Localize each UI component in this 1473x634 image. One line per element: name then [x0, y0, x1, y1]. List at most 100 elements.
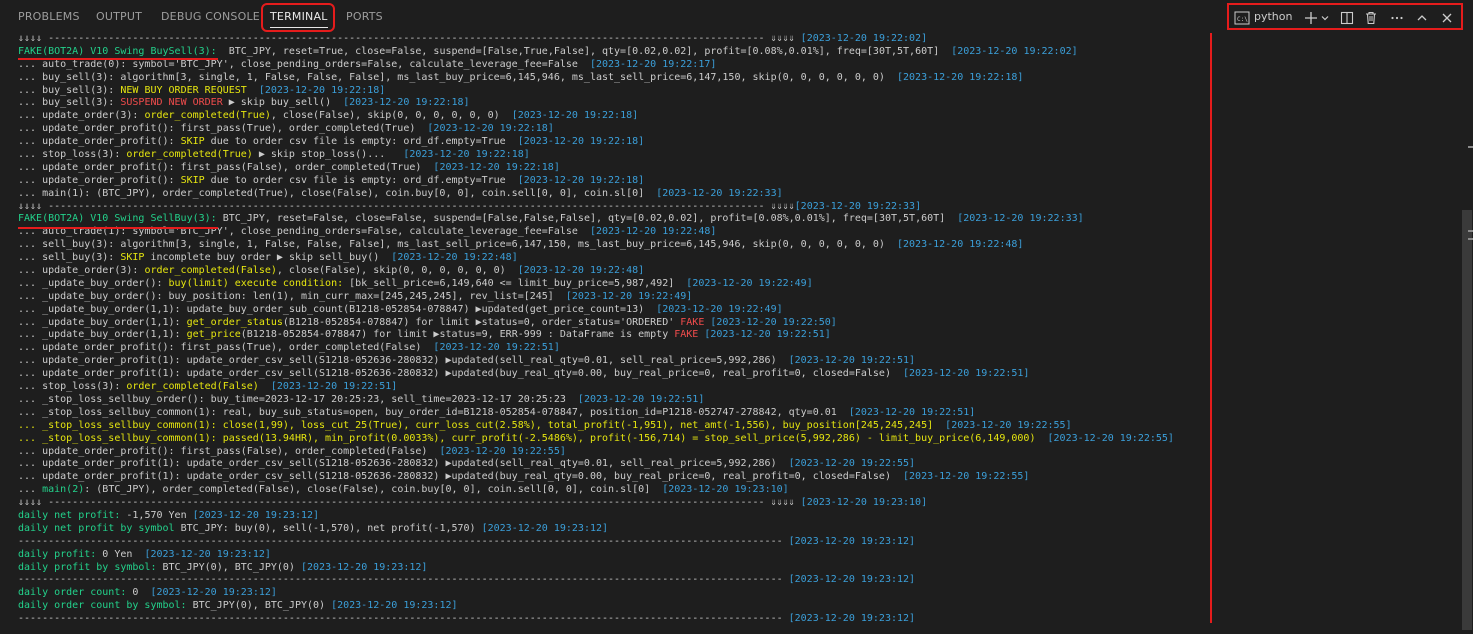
terminal-line: daily profit by symbol: BTC_JPY(0), BTC_… — [0, 562, 1208, 575]
terminal-line: ... stop_loss(3): order_completed(False)… — [0, 381, 1208, 394]
terminal-line: ... _stop_loss_sellbuy_common(1): passed… — [0, 433, 1208, 446]
terminal-line: ... _update_buy_order(): buy(limit) exec… — [0, 278, 1208, 291]
terminal-line: ----------------------------------------… — [0, 536, 1208, 549]
terminal-line: daily order count: 0 [2023-12-20 19:23:1… — [0, 587, 1208, 600]
timestamp: [2023-12-20 19:22:49] — [565, 290, 693, 302]
tab-output[interactable]: OUTPUT — [96, 0, 142, 34]
log-text: daily profit: — [18, 548, 97, 560]
timestamp: [2023-12-20 19:22:02] — [951, 45, 1078, 57]
log-text: FAKE(BOT2A) V10 Swing BuySell(3): — [18, 45, 217, 57]
log-text: ... _stop_loss_sellbuy_common(1): close(… — [18, 419, 934, 431]
split-icon[interactable] — [1339, 8, 1355, 27]
log-text: ... update_order(3): — [18, 265, 145, 277]
timestamp: [2023-12-20 19:23:12] — [788, 535, 916, 547]
log-text: ... _update_buy_order(): buy_position: l… — [18, 290, 566, 302]
timestamp: [2023-12-20 19:22:18] — [511, 110, 639, 122]
terminal-line: daily net profit by symbol BTC_JPY: buy(… — [0, 523, 1208, 536]
terminal-name[interactable]: python — [1254, 5, 1292, 28]
log-text: ... sell_buy(3): algorithm[3, single, 1,… — [18, 239, 897, 251]
trash-icon[interactable] — [1363, 8, 1379, 27]
timestamp: [2023-12-20 19:22:51] — [788, 355, 916, 367]
terminal-line: ... buy_sell(3): NEW BUY ORDER REQUEST [… — [0, 85, 1208, 98]
log-text: daily net profit: — [18, 509, 121, 521]
log-text: ... buy_sell(3): algorithm[3, single, 1,… — [18, 71, 897, 83]
log-text: ----------------------------------------… — [18, 535, 789, 547]
terminal-output[interactable]: ⇓⇓⇓⇓ -----------------------------------… — [0, 33, 1208, 634]
timestamp: [2023-12-20 19:22:49] — [686, 277, 813, 289]
terminal-line: ... main(1): (BTC_JPY), order_completed(… — [0, 188, 1208, 201]
panel-tab-bar: PROBLEMS OUTPUT DEBUG CONSOLE TERMINAL P… — [0, 0, 1473, 34]
terminal-line: ... _update_buy_order(1,1): get_order_st… — [0, 317, 1208, 330]
terminal-line: ... _stop_loss_sellbuy_common(1): real, … — [0, 407, 1208, 420]
terminal-line: ... update_order_profit(): first_pass(Tr… — [0, 123, 1208, 136]
timestamp: [2023-12-20 19:22:17] — [589, 58, 717, 70]
timestamp: [2023-12-20 19:22:55] — [439, 445, 566, 457]
highlight-underline-buysell — [18, 58, 218, 60]
timestamp: [2023-12-20 19:23:12] — [150, 587, 277, 599]
log-text: BTC_JPY: buy(0), sell(-1,570), net profi… — [174, 522, 482, 534]
log-text: due to order csv file is empty: ord_df.e… — [204, 174, 518, 186]
log-text: incomplete buy order ▶ skip sell_buy() — [144, 252, 392, 264]
terminal-scrollbar-thumb[interactable] — [1462, 210, 1472, 630]
terminal-line: daily net profit: -1,570 Yen [2023-12-20… — [0, 510, 1208, 523]
tab-ports[interactable]: PORTS — [346, 0, 383, 34]
timestamp: [2023-12-20 19:22:33] — [794, 200, 922, 212]
terminal-icon[interactable]: C:\ — [1233, 8, 1251, 27]
log-text: BTC_JPY, reset=True, close=False, suspen… — [216, 45, 952, 57]
timestamp: [2023-12-20 19:22:48] — [391, 252, 518, 264]
log-text: SUSPEND NEW ORDER — [120, 97, 223, 109]
plus-icon[interactable] — [1303, 8, 1319, 27]
terminal-line: ⇓⇓⇓⇓ -----------------------------------… — [0, 33, 1208, 46]
terminal-line: ----------------------------------------… — [0, 613, 1208, 626]
log-text: ... _update_buy_order(): — [18, 277, 169, 289]
log-text: ----------------------------------------… — [18, 613, 789, 625]
log-text: ... update_order_profit(1): update_order… — [18, 368, 904, 380]
log-text: main(2) — [42, 484, 85, 496]
terminal-line: ----------------------------------------… — [0, 574, 1208, 587]
svg-text:C:\: C:\ — [1237, 16, 1248, 23]
more-icon[interactable] — [1389, 8, 1405, 27]
timestamp: [2023-12-20 19:23:12] — [300, 561, 428, 573]
log-text: buy(limit) execute condition: — [168, 277, 344, 289]
log-text: FAKE(BOT2A) V10 Swing SellBuy(3): — [18, 213, 217, 225]
terminal-line: ... update_order_profit(): first_pass(Fa… — [0, 162, 1208, 175]
tab-debug-console[interactable]: DEBUG CONSOLE — [161, 0, 260, 34]
log-text: ... update_order_profit(): — [18, 136, 181, 148]
terminal-line: ... update_order_profit(1): update_order… — [0, 458, 1208, 471]
log-text: ... update_order_profit(1): update_order… — [18, 458, 789, 470]
timestamp: [2023-12-20 19:22:48] — [897, 239, 1024, 251]
highlight-divider-line — [1210, 33, 1212, 623]
timestamp: [2023-12-20 19:22:02] — [800, 33, 928, 44]
terminal-line: ... buy_sell(3): SUSPEND NEW ORDER ▶ ski… — [0, 97, 1208, 110]
timestamp: [2023-12-20 19:22:51] — [577, 393, 705, 405]
scroll-marker — [1468, 230, 1473, 232]
log-text: ▶ skip stop_loss()... — [252, 149, 404, 161]
timestamp: [2023-12-20 19:22:18] — [427, 123, 554, 135]
timestamp: [2023-12-20 19:23:12] — [788, 574, 916, 586]
log-text: ... _stop_loss_sellbuy_common(1): real, … — [18, 406, 849, 418]
tab-terminal[interactable]: TERMINAL — [270, 0, 328, 34]
terminal-line: ... buy_sell(3): algorithm[3, single, 1,… — [0, 72, 1208, 85]
timestamp: [2023-12-20 19:22:51] — [433, 342, 560, 354]
close-icon[interactable] — [1439, 8, 1455, 27]
log-text: order_completed(True) — [126, 149, 253, 161]
timestamp: [2023-12-20 19:22:33] — [656, 187, 783, 199]
tab-problems[interactable]: PROBLEMS — [18, 0, 80, 34]
log-text: order_completed(True) — [144, 110, 271, 122]
timestamp: [2023-12-20 19:22:55] — [788, 458, 916, 470]
timestamp: [2023-12-20 19:22:48] — [517, 265, 645, 277]
terminal-line: ... update_order(3): order_completed(Fal… — [0, 265, 1208, 278]
log-text: : (BTC_JPY), order_completed(False), clo… — [84, 484, 663, 496]
log-text: [bk_sell_price=6,149,640 <= limit_buy_pr… — [343, 277, 687, 289]
log-text: BTC_JPY, reset=False, close=False, suspe… — [216, 213, 958, 225]
chevron-down-icon[interactable] — [1319, 8, 1331, 27]
log-text: (B1218-052854-078847) for limit ▶status=… — [282, 316, 681, 328]
log-text: ... stop_loss(3): — [18, 381, 127, 393]
timestamp: [2023-12-20 19:23:12] — [788, 613, 916, 625]
chevron-up-icon[interactable] — [1414, 8, 1430, 27]
timestamp: [2023-12-20 19:22:51] — [270, 381, 398, 393]
log-text: BTC_JPY(0), BTC_JPY(0) — [156, 561, 301, 573]
log-text: ... _update_buy_order(1,1): — [18, 316, 187, 328]
